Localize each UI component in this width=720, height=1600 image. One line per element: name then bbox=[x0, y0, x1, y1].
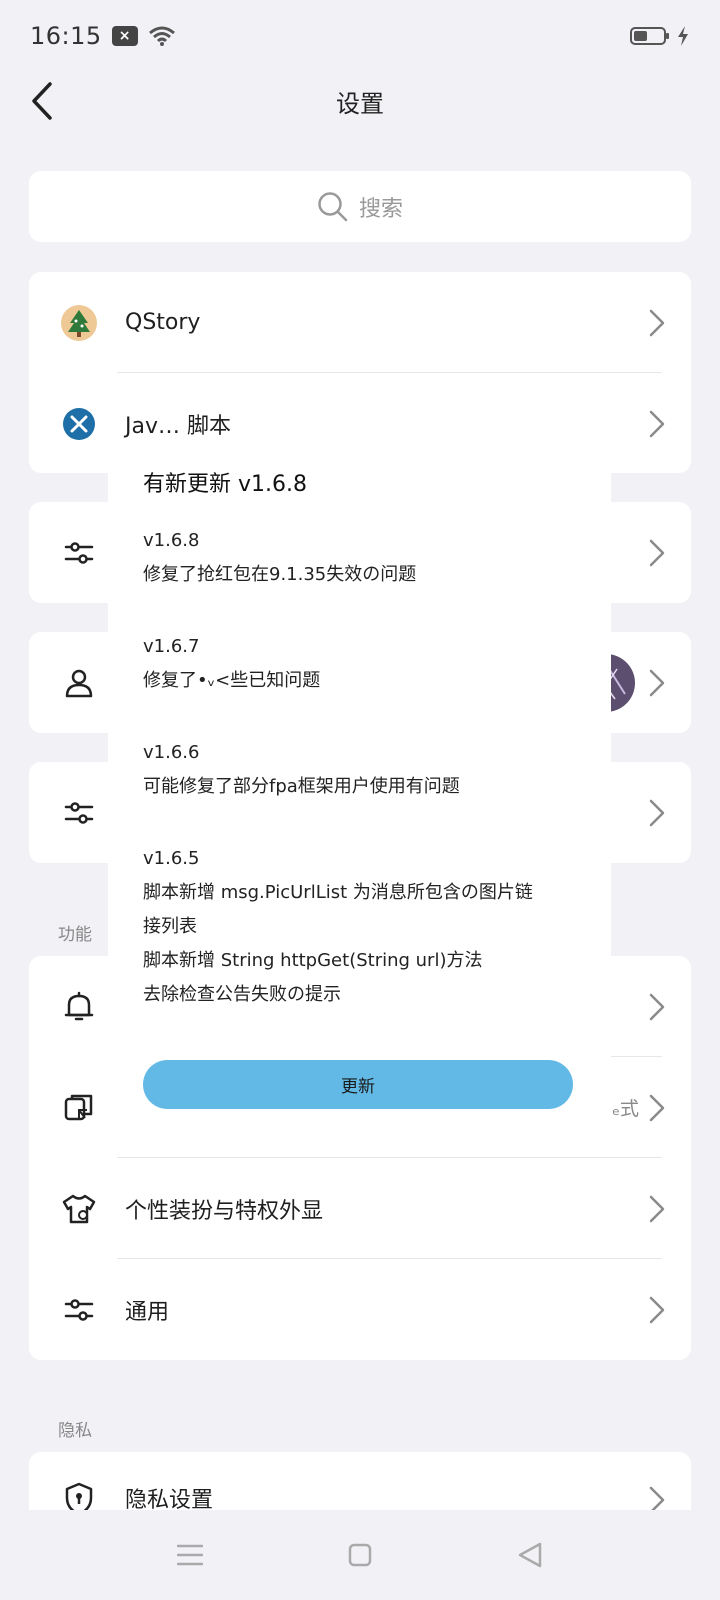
charging-icon bbox=[678, 26, 688, 46]
chevron-right-icon bbox=[649, 410, 665, 437]
person-icon bbox=[65, 669, 93, 697]
privacy-card: 隐私设置 bbox=[29, 1452, 691, 1510]
list-item-label: 通用 bbox=[125, 1299, 170, 1325]
nav-home-button[interactable] bbox=[275, 1543, 445, 1567]
battery-icon bbox=[630, 27, 669, 45]
nav-back-button[interactable] bbox=[445, 1541, 615, 1569]
chevron-right-icon bbox=[649, 669, 665, 696]
tools-icon bbox=[63, 407, 95, 440]
sliders-icon bbox=[64, 541, 94, 564]
system-nav-bar bbox=[0, 1510, 720, 1600]
changelog-line: 可能修复了部分fpa框架用户使用有问题 bbox=[143, 776, 460, 797]
changelog-entry: v1.6.7 修复了•ᵥ<些已知问题 bbox=[143, 630, 583, 698]
list-item-label: 隐私设置 bbox=[125, 1488, 214, 1510]
notification-icon: × bbox=[111, 26, 138, 46]
chevron-right-icon bbox=[649, 309, 665, 336]
home-square-icon bbox=[348, 1543, 372, 1567]
dialog-title: 有新更新 v1.6.8 bbox=[143, 472, 307, 497]
sliders-icon bbox=[64, 801, 94, 824]
changelog-list[interactable]: v1.6.8 修复了抢红包在9.1.35失效の问题 v1.6.7 修复了•ᵥ<些… bbox=[143, 524, 583, 1054]
changelog-version: v1.6.5 bbox=[143, 848, 200, 869]
changelog-entry: v1.6.8 修复了抢红包在9.1.35失效の问题 bbox=[143, 524, 583, 592]
shield-lock-icon bbox=[65, 1482, 93, 1510]
list-item-label: QStory bbox=[125, 310, 201, 335]
changelog-line: 脚本新增 msg.PicUrlList 为消息所包含の图片链 bbox=[143, 882, 533, 903]
list-item-privacy-settings[interactable]: 隐私设置 bbox=[29, 1452, 691, 1510]
sliders-icon bbox=[64, 1298, 94, 1321]
list-item-general[interactable]: 通用 bbox=[29, 1259, 691, 1360]
plugin-card: QStory Jav… 脚本 bbox=[29, 272, 691, 473]
changelog-line: 修复了•ᵥ<些已知问题 bbox=[143, 670, 321, 691]
chevron-right-icon bbox=[649, 539, 665, 566]
changelog-version: v1.6.7 bbox=[143, 636, 200, 657]
search-icon bbox=[318, 191, 348, 221]
qstory-logo-icon bbox=[61, 304, 97, 341]
nav-menu-button[interactable] bbox=[105, 1544, 275, 1566]
changelog-entry: v1.6.6 可能修复了部分fpa框架用户使用有问题 bbox=[143, 736, 583, 804]
tshirt-icon bbox=[62, 1194, 96, 1223]
list-item-label: 个性装扮与特权外显 bbox=[125, 1198, 324, 1224]
wifi-icon bbox=[148, 26, 175, 46]
chevron-right-icon bbox=[649, 993, 665, 1020]
chevron-right-icon bbox=[649, 1486, 665, 1510]
update-button[interactable]: 更新 bbox=[143, 1060, 573, 1109]
bell-icon bbox=[64, 991, 94, 1020]
list-item-personalization[interactable]: 个性装扮与特权外显 bbox=[29, 1158, 691, 1259]
changelog-version: v1.6.6 bbox=[143, 742, 200, 763]
chevron-right-icon bbox=[649, 1195, 665, 1222]
scroll-fade bbox=[108, 1017, 611, 1057]
list-item-label: Jav… 脚本 bbox=[125, 413, 231, 439]
chevron-right-icon bbox=[649, 1094, 665, 1121]
page-title: 设置 bbox=[336, 90, 384, 118]
status-time: 16:15 bbox=[30, 22, 102, 50]
section-title-privacy: 隐私 bbox=[58, 1421, 92, 1441]
update-dialog: 有新更新 v1.6.8 v1.6.8 修复了抢红包在9.1.35失效の问题 v1… bbox=[108, 452, 611, 1122]
changelog-line: 去除检查公告失败の提示 bbox=[143, 984, 341, 1005]
chevron-right-icon bbox=[649, 799, 665, 826]
search-placeholder: 搜索 bbox=[358, 196, 403, 222]
section-title-function: 功能 bbox=[58, 925, 92, 945]
changelog-entry: v1.6.5 脚本新增 msg.PicUrlList 为消息所包含の图片链 接列… bbox=[143, 842, 583, 1012]
list-item-qstory[interactable]: QStory bbox=[29, 272, 691, 373]
mode-value: ₑ式 bbox=[612, 1098, 639, 1120]
copy-icon bbox=[64, 1094, 93, 1120]
changelog-line: 修复了抢红包在9.1.35失效の问题 bbox=[143, 564, 417, 585]
changelog-line: 接列表 bbox=[143, 916, 197, 937]
changelog-line: 脚本新增 String httpGet(String url)方法 bbox=[143, 950, 483, 971]
back-triangle-icon bbox=[518, 1542, 542, 1568]
search-input[interactable]: 搜索 bbox=[29, 171, 691, 242]
status-bar: 16:15 × bbox=[0, 0, 720, 72]
chevron-right-icon bbox=[649, 1296, 665, 1323]
menu-icon bbox=[177, 1544, 203, 1566]
changelog-version: v1.6.8 bbox=[143, 530, 200, 551]
top-bar: 设置 bbox=[0, 72, 720, 152]
